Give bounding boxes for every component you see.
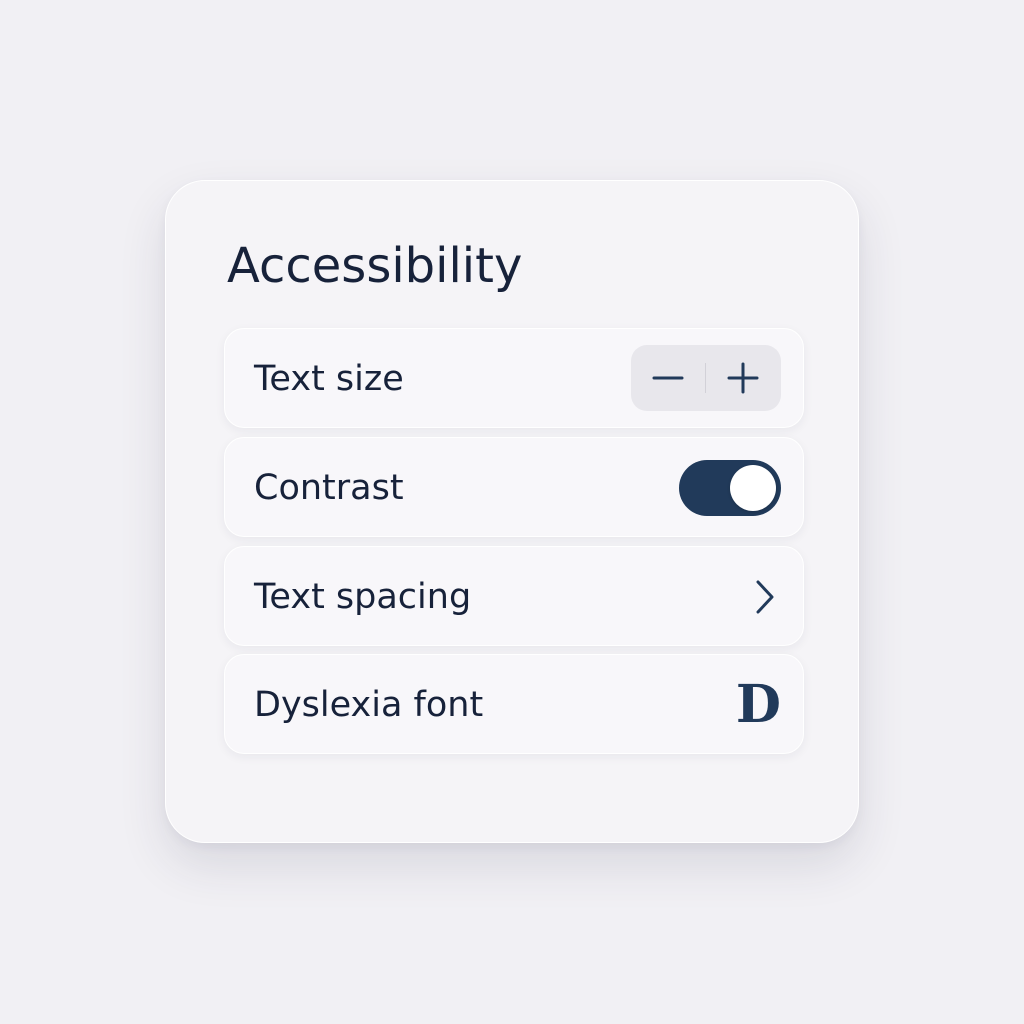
increase-text-size-button[interactable] — [706, 345, 780, 411]
setting-row-text-size: Text size — [224, 328, 804, 428]
text-size-stepper — [631, 345, 781, 411]
setting-row-text-spacing[interactable]: Text spacing — [224, 546, 804, 646]
text-size-label: Text size — [254, 359, 404, 399]
setting-row-contrast: Contrast — [224, 437, 804, 537]
chevron-right-icon[interactable] — [753, 579, 777, 615]
contrast-label: Contrast — [254, 468, 404, 508]
dyslexia-font-label: Dyslexia font — [254, 685, 484, 725]
plus-icon — [727, 362, 759, 394]
toggle-knob — [730, 465, 776, 511]
dyslexia-font-icon[interactable]: D — [736, 655, 781, 755]
accessibility-panel: Accessibility Text size Contrast Text sp… — [165, 180, 859, 843]
text-spacing-label: Text spacing — [254, 577, 472, 617]
setting-row-dyslexia-font: Dyslexia font D — [224, 654, 804, 754]
decrease-text-size-button[interactable] — [631, 345, 705, 411]
minus-icon — [652, 376, 684, 380]
panel-title: Accessibility — [227, 238, 523, 294]
contrast-toggle[interactable] — [679, 460, 781, 516]
